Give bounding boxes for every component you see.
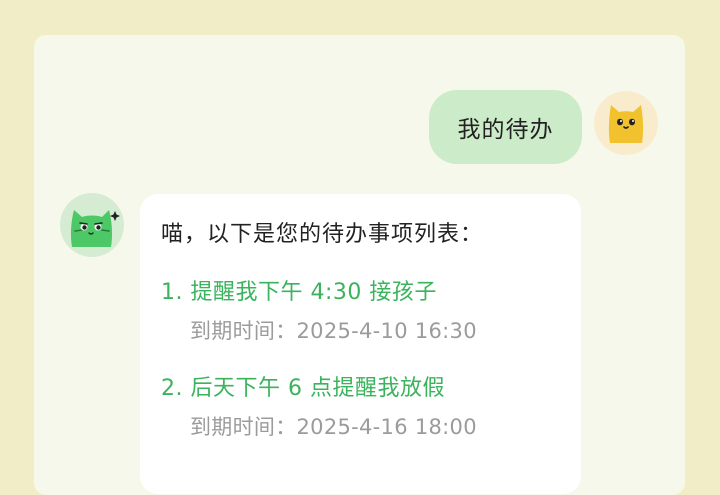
user-avatar[interactable]	[594, 91, 658, 155]
user-message-text: 我的待办	[457, 117, 554, 143]
todo-due-date: 到期时间：2025-4-10 16:30	[190, 319, 477, 343]
green-cat-icon	[70, 210, 120, 247]
todo-title: 2. 后天下午 6 点提醒我放假	[161, 376, 445, 401]
bot-message-bubble: 喵，以下是您的待办事项列表： 1. 提醒我下午 4:30 接孩子 到期时间：20…	[140, 194, 581, 494]
bot-avatar[interactable]	[60, 193, 124, 257]
todo-title: 1. 提醒我下午 4:30 接孩子	[161, 280, 437, 305]
bot-message-intro: 喵，以下是您的待办事项列表：	[161, 222, 484, 247]
yellow-cat-icon	[608, 105, 644, 143]
user-message-bubble: 我的待办	[429, 90, 582, 164]
todo-due-date: 到期时间：2025-4-16 18:00	[190, 415, 477, 439]
